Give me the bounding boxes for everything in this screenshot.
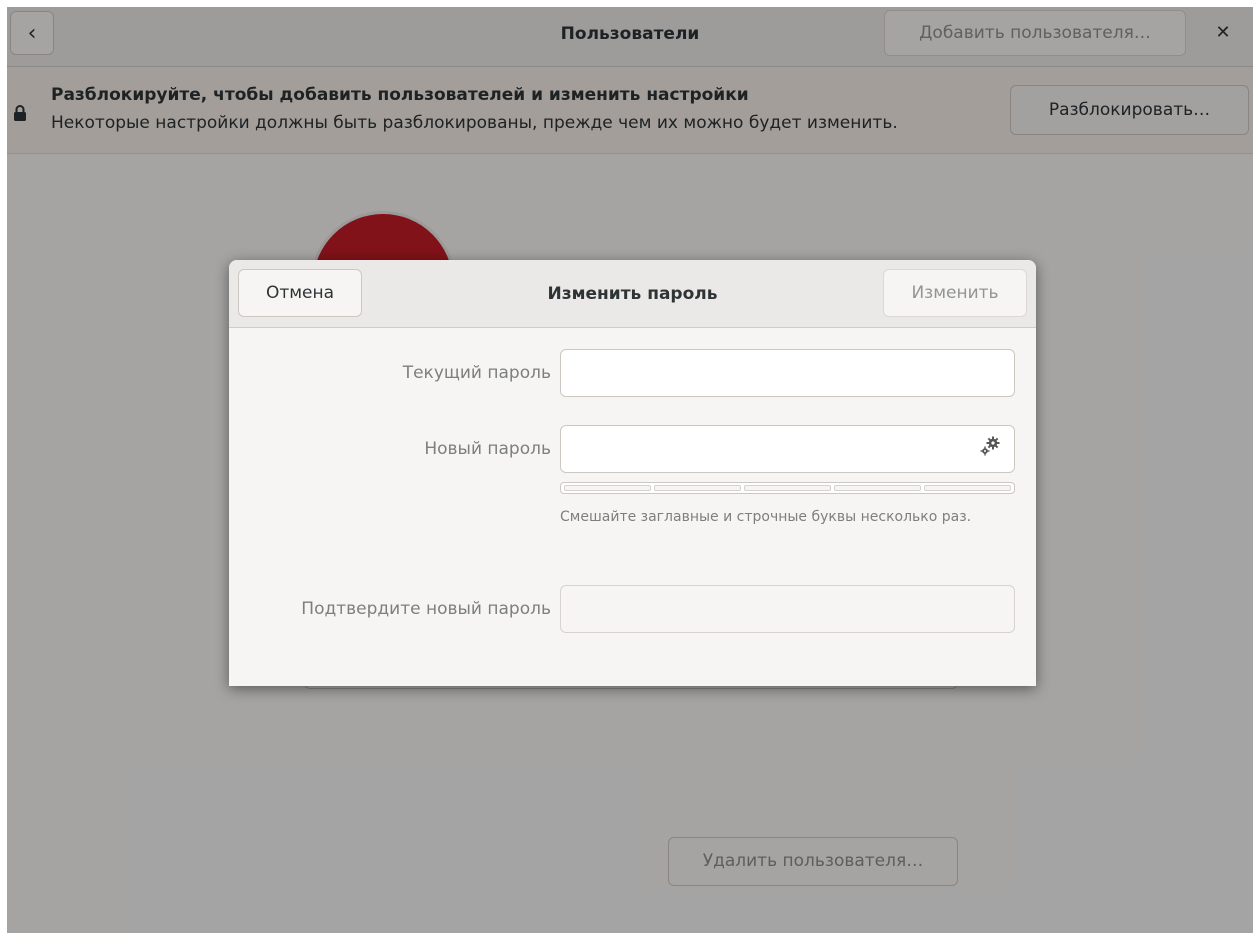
strength-segment <box>564 485 651 491</box>
change-password-dialog: Отмена Изменить пароль Изменить Текущий … <box>229 260 1036 686</box>
strength-segment <box>834 485 921 491</box>
dialog-header: Отмена Изменить пароль Изменить <box>229 260 1036 328</box>
gears-icon[interactable] <box>979 435 1001 457</box>
strength-segment <box>924 485 1011 491</box>
strength-segment <box>744 485 831 491</box>
change-button[interactable]: Изменить <box>883 269 1027 317</box>
new-password-label: Новый пароль <box>424 439 551 459</box>
new-password-input[interactable] <box>560 425 1015 473</box>
password-hint: Смешайте заглавные и строчные буквы неск… <box>560 509 972 525</box>
password-strength-bar <box>560 482 1015 494</box>
current-password-input[interactable] <box>560 349 1015 397</box>
current-password-label: Текущий пароль <box>402 363 551 383</box>
strength-segment <box>654 485 741 491</box>
confirm-password-label: Подтвердите новый пароль <box>301 599 551 619</box>
confirm-password-input[interactable] <box>560 585 1015 633</box>
